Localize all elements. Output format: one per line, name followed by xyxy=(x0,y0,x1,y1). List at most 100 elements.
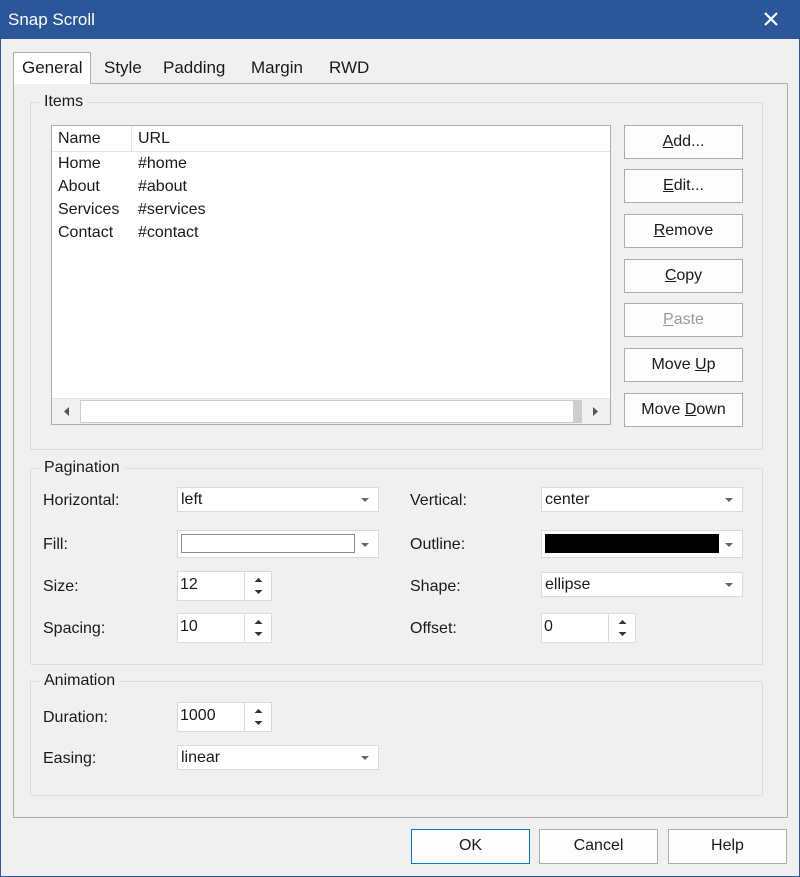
mnemonic-key: D xyxy=(684,401,697,418)
tab-bar: General Style Padding Margin RWD xyxy=(13,52,788,84)
outline-color-swatch xyxy=(545,534,719,553)
tab-margin[interactable]: Margin xyxy=(243,57,311,83)
size-label: Size: xyxy=(43,578,79,595)
help-button[interactable]: Help xyxy=(668,829,787,864)
fill-color-picker[interactable] xyxy=(177,530,379,558)
button-text: emove xyxy=(665,222,714,239)
chevron-down-icon xyxy=(361,756,369,760)
chevron-up-icon xyxy=(254,578,263,582)
outline-color-picker[interactable] xyxy=(541,530,743,558)
size-stepper-arrows[interactable] xyxy=(244,572,271,600)
scroll-right-icon xyxy=(593,407,598,416)
duration-stepper[interactable]: 1000 xyxy=(177,702,272,732)
horizontal-select[interactable]: left xyxy=(177,487,379,512)
paste-button[interactable]: Paste xyxy=(624,303,743,337)
offset-label: Offset: xyxy=(410,620,457,637)
chevron-down-icon xyxy=(254,721,263,725)
cancel-button[interactable]: Cancel xyxy=(539,829,658,864)
list-item[interactable]: Contact #contact xyxy=(52,221,610,244)
duration-stepper-arrows[interactable] xyxy=(244,703,271,731)
ok-button[interactable]: OK xyxy=(411,829,530,864)
tab-style[interactable]: Style xyxy=(96,57,150,83)
item-url: #services xyxy=(138,201,206,218)
horizontal-value: left xyxy=(181,491,203,508)
shape-select[interactable]: ellipse xyxy=(541,572,743,597)
window-title: Snap Scroll xyxy=(8,10,95,29)
mnemonic-key: A xyxy=(662,133,674,150)
copy-button[interactable]: Copy xyxy=(624,259,743,293)
offset-stepper[interactable]: 0 xyxy=(541,613,636,643)
items-list[interactable]: Name URL Home #home About #about Service… xyxy=(51,125,611,425)
close-button[interactable] xyxy=(757,7,785,33)
remove-button[interactable]: Remove xyxy=(624,214,743,248)
item-name: Contact xyxy=(58,224,114,241)
item-url: #about xyxy=(138,178,187,195)
chevron-down-icon xyxy=(725,498,733,502)
mnemonic-key: R xyxy=(653,222,666,239)
list-item[interactable]: About #about xyxy=(52,175,610,198)
item-name: Services xyxy=(58,201,120,218)
chevron-down-icon xyxy=(254,632,263,636)
scroll-left-button[interactable] xyxy=(54,399,80,424)
size-value: 12 xyxy=(180,576,198,593)
scrollbar-track xyxy=(574,400,582,423)
scrollbar-thumb[interactable] xyxy=(80,400,574,423)
shape-value: ellipse xyxy=(545,576,591,593)
chevron-up-icon xyxy=(618,620,627,624)
shape-label: Shape: xyxy=(410,578,461,595)
spacing-label: Spacing: xyxy=(43,620,106,637)
edit-button[interactable]: Edit... xyxy=(624,169,743,203)
mnemonic-key: C xyxy=(664,267,677,284)
chevron-down-icon xyxy=(618,632,627,636)
button-text: dd... xyxy=(673,133,705,150)
vertical-select[interactable]: center xyxy=(541,487,743,512)
list-item[interactable]: Home #home xyxy=(52,152,610,175)
items-legend: Items xyxy=(44,93,84,110)
spacing-stepper-arrows[interactable] xyxy=(244,614,271,642)
close-icon xyxy=(764,12,778,26)
item-name: About xyxy=(58,178,100,195)
offset-stepper-arrows[interactable] xyxy=(608,614,635,642)
column-header-name[interactable]: Name xyxy=(52,126,132,152)
tab-general[interactable]: General xyxy=(13,52,92,84)
easing-label: Easing: xyxy=(43,750,97,767)
chevron-down-icon xyxy=(254,590,263,594)
chevron-up-icon xyxy=(254,709,263,713)
animation-group: Animation xyxy=(30,672,763,796)
button-text: aste xyxy=(673,311,704,328)
chevron-down-icon xyxy=(361,543,369,547)
scroll-left-icon xyxy=(64,407,69,416)
scroll-right-button[interactable] xyxy=(582,399,608,424)
button-text: dit... xyxy=(673,177,704,194)
mnemonic-key: P xyxy=(663,311,674,328)
chevron-down-icon xyxy=(361,498,369,502)
mnemonic-key: E xyxy=(663,177,674,194)
button-text: own xyxy=(696,401,726,418)
tab-padding[interactable]: Padding xyxy=(155,57,233,83)
animation-legend: Animation xyxy=(44,672,116,689)
outline-label: Outline: xyxy=(410,536,466,553)
list-header: Name URL xyxy=(52,126,610,152)
tab-rwd[interactable]: RWD xyxy=(321,57,377,83)
easing-select[interactable]: linear xyxy=(177,745,379,770)
horizontal-label: Horizontal: xyxy=(43,492,120,509)
size-stepper[interactable]: 12 xyxy=(177,571,272,601)
item-url: #home xyxy=(138,155,187,172)
item-url: #contact xyxy=(138,224,199,241)
easing-value: linear xyxy=(181,749,221,766)
tab-panel-general: Items Name URL Home #home About #about S… xyxy=(13,83,788,818)
add-button[interactable]: Add... xyxy=(624,125,743,159)
button-text: Move xyxy=(641,401,685,418)
horizontal-scrollbar[interactable] xyxy=(52,398,610,424)
move-down-button[interactable]: Move Down xyxy=(624,393,743,427)
column-header-url[interactable]: URL xyxy=(132,126,610,152)
fill-label: Fill: xyxy=(43,536,68,553)
offset-value: 0 xyxy=(544,618,553,635)
button-text: p xyxy=(706,356,716,373)
spacing-stepper[interactable]: 10 xyxy=(177,613,272,643)
move-up-button[interactable]: Move Up xyxy=(624,348,743,382)
chevron-down-icon xyxy=(725,583,733,587)
list-item[interactable]: Services #services xyxy=(52,198,610,221)
duration-value: 1000 xyxy=(180,707,216,724)
chevron-down-icon xyxy=(725,543,733,547)
